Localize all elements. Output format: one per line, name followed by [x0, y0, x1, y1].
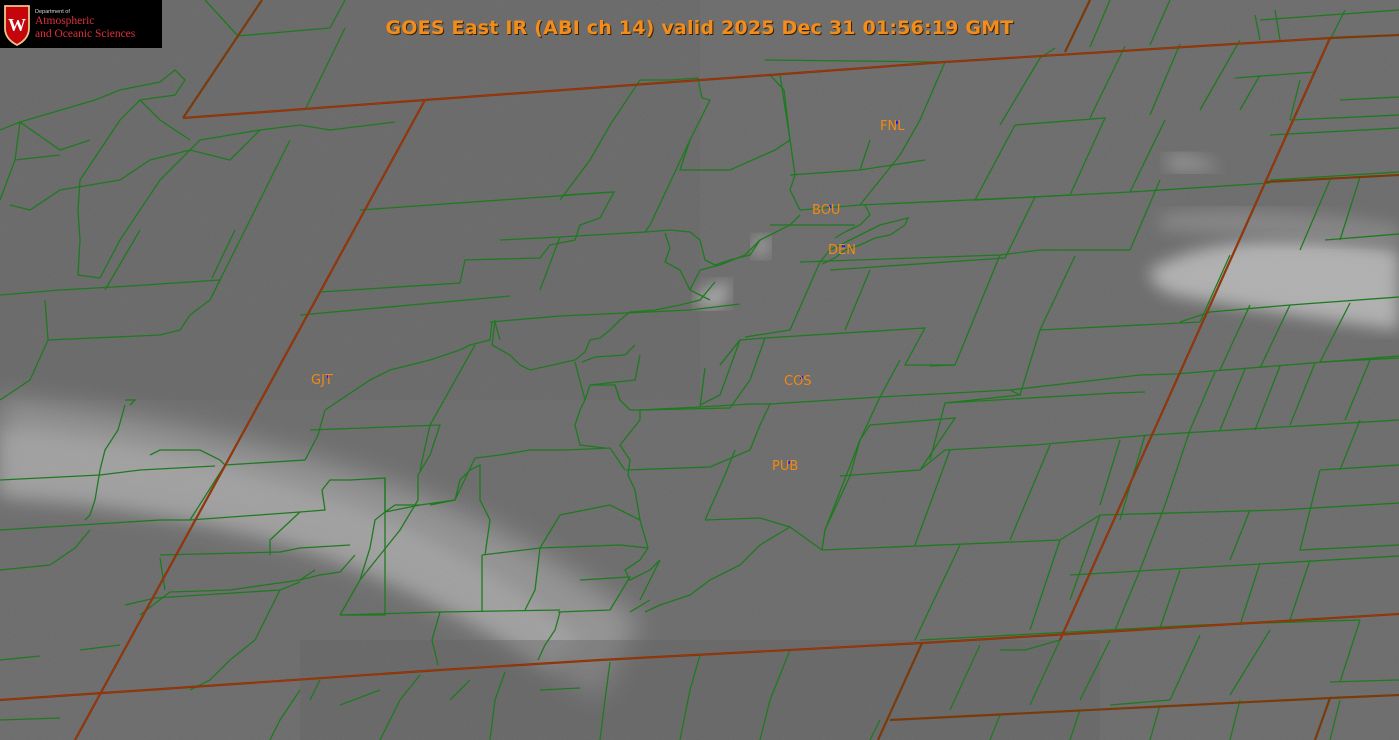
- station-label-den: DEN: [828, 243, 856, 258]
- station-label-cos: COS: [784, 374, 812, 389]
- satellite-map: [0, 0, 1399, 740]
- station-label-bou: BOU: [812, 203, 841, 218]
- ir-imagery: [0, 0, 1399, 740]
- station-label-fnl: FNL: [880, 119, 905, 134]
- image-title: GOES East IR (ABI ch 14) valid 2025 Dec …: [385, 17, 1014, 39]
- station-label-pub: PUB: [772, 459, 799, 474]
- station-label-gjt: GJT: [311, 373, 333, 388]
